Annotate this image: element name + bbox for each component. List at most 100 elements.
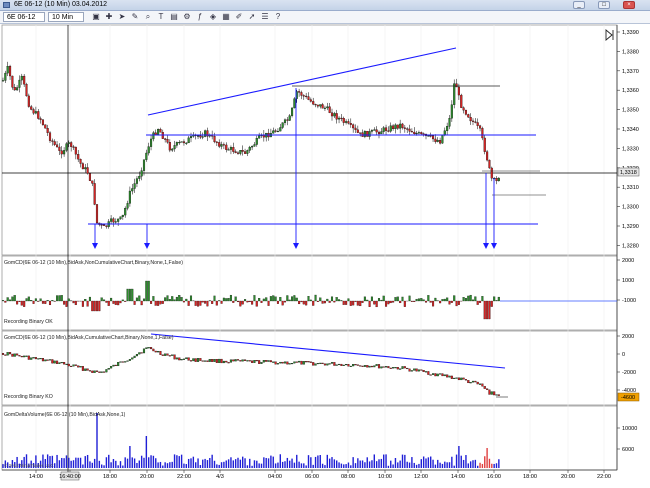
arrow-icon[interactable]: ➚ [248, 13, 256, 21]
price-candle [74, 146, 77, 155]
volume-bar [195, 462, 197, 468]
minimize-button[interactable]: _ [573, 1, 585, 9]
price-candle [124, 208, 127, 216]
price-candle [323, 107, 326, 109]
instrument-label: 6E 06-12 [7, 14, 36, 21]
volume-bar [343, 464, 345, 468]
templates-icon[interactable]: ▦ [222, 13, 230, 21]
text-icon[interactable]: T [157, 13, 165, 21]
instrument-selector[interactable]: 6E 06-12 [3, 12, 45, 22]
volume-bar [314, 456, 317, 468]
volume-bar [256, 460, 258, 468]
price-candle [330, 112, 334, 117]
price-candle [171, 148, 174, 151]
price-candle [65, 143, 68, 151]
delta-bar [305, 300, 308, 306]
price-candle [56, 144, 59, 148]
delta-bar [159, 300, 162, 305]
cumulative-candle [46, 359, 49, 361]
volume-bar [319, 455, 321, 468]
volume-bar [169, 462, 171, 468]
cumulative-indicator-label: GomCD(6E 06-12 (10 Min),BidAsk,Cumulativ… [4, 335, 174, 341]
delta-bar [166, 295, 169, 302]
delta-bar [39, 298, 42, 302]
delta-bar [56, 295, 59, 302]
properties-icon[interactable]: ⚙ [183, 13, 191, 21]
cumulative-candle [337, 363, 341, 366]
delta-bar [265, 297, 268, 302]
cumulative-candle [368, 365, 371, 368]
save-icon[interactable]: ▣ [92, 13, 100, 21]
delta-bar [241, 300, 244, 305]
cumulative-candle [32, 357, 35, 359]
strategies-icon[interactable]: ◈ [209, 13, 217, 21]
price-candle [236, 152, 240, 154]
interval-selector[interactable]: 10 Min [48, 12, 84, 22]
x-tick-label: 10:00 [378, 474, 392, 480]
price-candle [229, 147, 233, 150]
maximize-button[interactable]: □ [598, 1, 610, 9]
price-candle [309, 99, 312, 102]
cumulative-candle [6, 352, 9, 356]
price-candle [467, 114, 470, 118]
pencil-icon[interactable]: ✎ [131, 13, 139, 21]
delta-bar [387, 300, 390, 305]
delta-bar [328, 300, 331, 303]
indicators-icon[interactable]: ƒ [196, 13, 204, 21]
delta-bar [178, 295, 181, 302]
cumulative-candle [408, 368, 411, 372]
cumulative-candle [56, 360, 59, 364]
volume-bar [352, 457, 354, 468]
zoom-icon[interactable]: ⌕ [144, 13, 152, 21]
volume-bar [469, 461, 472, 468]
volume-bar [131, 457, 133, 468]
price-candle [403, 127, 406, 129]
volume-bar [439, 462, 441, 468]
volume-bar [213, 460, 216, 468]
delta-bar [457, 300, 460, 305]
chart-area[interactable]: GomCD(6E 06-12 (10 Min),BidAsk,NonCumula… [0, 23, 650, 488]
cumulative-candle [434, 373, 437, 377]
cumulative-candle [288, 363, 291, 365]
delta-bar [140, 300, 143, 306]
delta-bar [114, 300, 117, 305]
volume-bar [484, 456, 486, 468]
delta-bar [276, 300, 279, 304]
price-tick-label: 1,3390 [622, 30, 639, 36]
settings-icon[interactable]: ☰ [261, 13, 269, 21]
cumulative-candle [309, 361, 312, 363]
price-candle [342, 118, 345, 123]
volume-bar [110, 462, 112, 468]
price-candle [6, 66, 9, 74]
delta-bar [260, 300, 263, 303]
volume-bar [244, 458, 246, 468]
cumulative-candle [415, 368, 418, 372]
price-candle [173, 145, 176, 150]
volume-bar [371, 460, 373, 468]
drawing-tools-icon[interactable]: ✐ [235, 13, 243, 21]
volume-bar [432, 459, 434, 468]
cumulative-candle [236, 359, 240, 361]
volume-bar [455, 454, 458, 468]
cumulative-candle [206, 360, 209, 362]
volume-bar [338, 462, 340, 468]
crosshair-icon[interactable]: ✚ [105, 13, 113, 21]
price-candle [283, 119, 287, 123]
price-candle [145, 152, 148, 160]
delta-bar [135, 297, 138, 302]
help-icon[interactable]: ? [274, 13, 282, 21]
cumulative-candle [211, 359, 214, 362]
cumulative-candle [138, 352, 141, 355]
delta-bar [81, 300, 84, 307]
delta-bar [471, 299, 475, 302]
delta-bar [377, 298, 381, 302]
volume-bar [401, 454, 404, 468]
delta-bar [464, 298, 467, 302]
cumulative-candle [347, 364, 350, 367]
data-box-icon[interactable]: ▤ [170, 13, 178, 21]
delta-bar [234, 296, 237, 302]
close-button[interactable]: × [623, 1, 635, 9]
cumulative-candle [107, 368, 110, 370]
pointer-icon[interactable]: ➤ [118, 13, 126, 21]
delta-bar [4, 300, 7, 303]
